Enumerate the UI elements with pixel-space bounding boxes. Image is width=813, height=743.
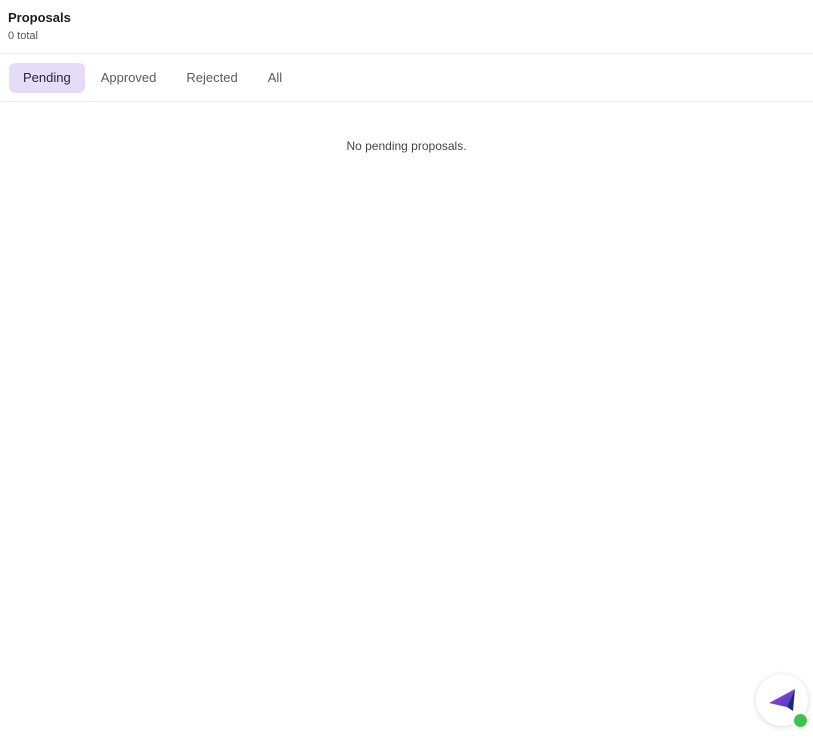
- proposal-count: 0 total: [8, 30, 38, 42]
- page-header: Proposals 0 total: [0, 0, 813, 54]
- status-tabs: Pending Approved Rejected All: [0, 54, 813, 102]
- tab-all[interactable]: All: [254, 63, 296, 93]
- page-title: Proposals: [8, 10, 71, 25]
- paper-plane-icon: [769, 689, 795, 711]
- empty-state-message: No pending proposals.: [346, 139, 467, 153]
- tab-rejected[interactable]: Rejected: [172, 63, 251, 93]
- tab-pending[interactable]: Pending: [9, 62, 85, 93]
- tab-approved[interactable]: Approved: [87, 63, 171, 93]
- online-status-indicator: [793, 713, 808, 728]
- proposals-page: Proposals 0 total Pending Approved Rejec…: [0, 0, 813, 743]
